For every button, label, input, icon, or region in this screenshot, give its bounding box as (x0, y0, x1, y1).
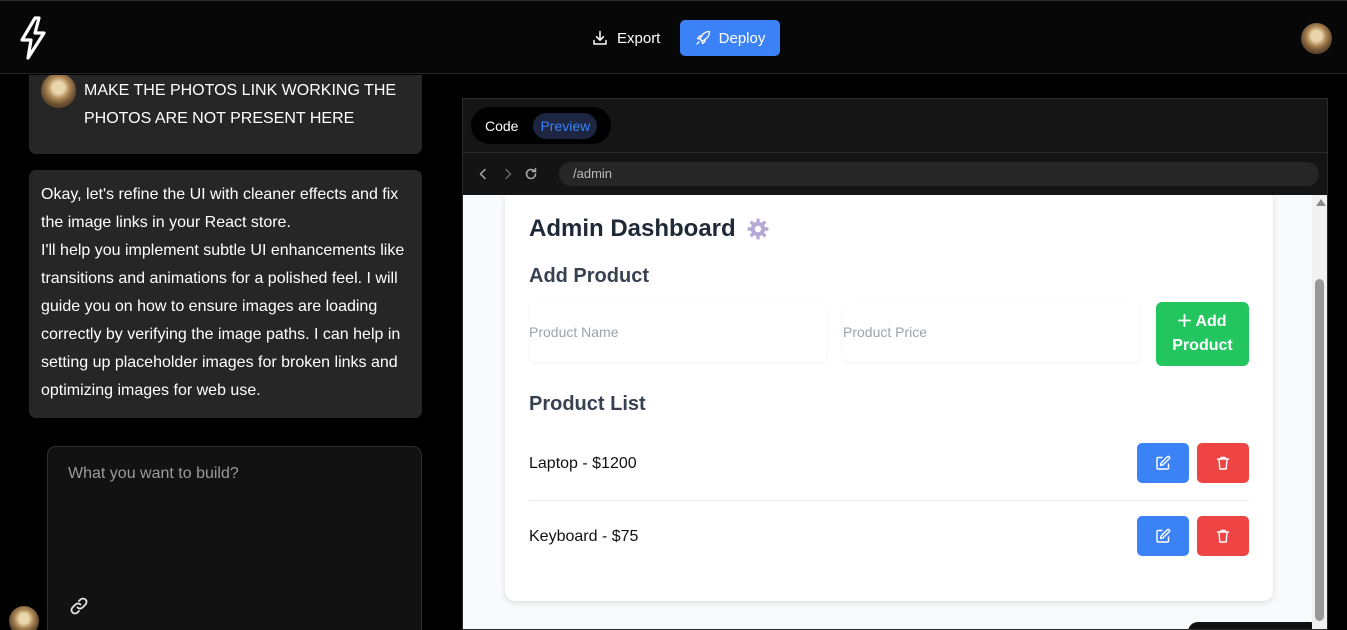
sidebar-avatar[interactable] (9, 606, 39, 630)
deploy-button[interactable]: Deploy (680, 20, 780, 56)
back-arrow-icon[interactable] (475, 166, 491, 182)
assistant-message: Okay, let's refine the UI with cleaner e… (29, 170, 422, 418)
scroll-thumb[interactable] (1315, 279, 1324, 621)
workspace-panel: Code Preview /admin Admin Dashboard Add … (462, 98, 1328, 630)
user-message-text: MAKE THE PHOTOS LINK WORKING THE PHOTOS … (84, 82, 397, 127)
user-avatar[interactable] (1301, 23, 1332, 54)
trash-icon (1216, 456, 1230, 470)
assistant-message-intro: Okay, let's refine the UI with cleaner e… (41, 186, 399, 231)
add-product-button[interactable]: Add Product (1156, 302, 1249, 366)
row-divider (529, 500, 1249, 501)
edit-button[interactable] (1137, 443, 1189, 483)
assistant-message-body: I'll help you implement subtle UI enhanc… (41, 242, 405, 399)
page-title-text: Admin Dashboard (529, 215, 736, 242)
admin-card: Admin Dashboard Add Product Product Name… (505, 195, 1273, 601)
product-price-input[interactable] (843, 302, 1140, 362)
forward-arrow-icon[interactable] (500, 166, 516, 182)
export-label: Export (617, 29, 661, 47)
product-list-heading: Product List (529, 393, 646, 415)
user-message: MAKE THE PHOTOS LINK WORKING THE PHOTOS … (29, 75, 422, 154)
product-row-label: Laptop - $1200 (529, 455, 637, 472)
delete-button[interactable] (1197, 516, 1249, 556)
preview-frame: Admin Dashboard Add Product Product Name… (463, 195, 1327, 629)
chat-panel: MAKE THE PHOTOS LINK WORKING THE PHOTOS … (0, 75, 440, 630)
export-button[interactable]: Export (582, 20, 670, 56)
prompt-input[interactable] (68, 465, 398, 565)
product-row: Keyboard - $75 (529, 502, 1249, 574)
workspace-tabs: Code Preview (463, 99, 1327, 153)
add-product-heading: Add Product (529, 265, 649, 287)
trash-icon (1216, 529, 1230, 543)
top-bar: Export Deploy (0, 0, 1347, 74)
rocket-icon (695, 30, 710, 45)
link-icon[interactable] (68, 595, 90, 617)
plus-icon (1178, 314, 1192, 327)
reload-icon[interactable] (523, 166, 539, 182)
gear-icon (747, 218, 769, 240)
tab-preview[interactable]: Preview (533, 112, 598, 139)
prompt-box (47, 446, 422, 630)
message-avatar (41, 75, 76, 108)
browser-bar: /admin (463, 154, 1327, 194)
scroll-up-arrow-icon[interactable] (1316, 199, 1326, 206)
preview-scrollbar[interactable] (1312, 195, 1327, 629)
product-row-label: Keyboard - $75 (529, 528, 639, 545)
download-icon (593, 30, 607, 45)
product-row: Laptop - $1200 (529, 429, 1249, 501)
product-name-input[interactable] (529, 302, 826, 362)
delete-button[interactable] (1197, 443, 1249, 483)
edit-icon (1156, 528, 1171, 543)
lightning-bolt-icon[interactable] (18, 16, 48, 60)
code-preview-toggle: Code Preview (471, 107, 612, 144)
floating-pill[interactable] (1188, 622, 1320, 629)
deploy-label: Deploy (718, 29, 766, 47)
edit-icon (1156, 455, 1171, 470)
tab-code[interactable]: Code (475, 112, 528, 140)
url-field[interactable]: /admin (559, 162, 1319, 186)
page-title: Admin Dashboard (529, 215, 770, 243)
edit-button[interactable] (1137, 516, 1189, 556)
